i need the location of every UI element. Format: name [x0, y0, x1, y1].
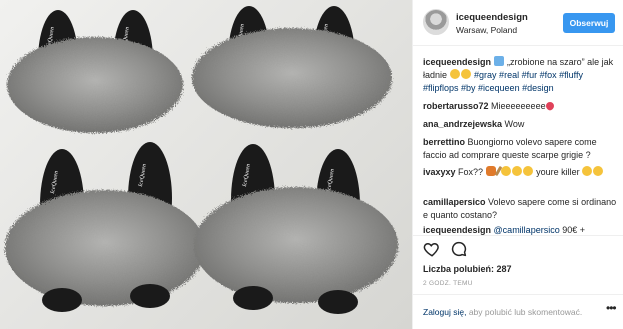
- comments-list: icequeendesign „zrobione na szaro” ale j…: [413, 52, 623, 235]
- scream-emoji-icon: [593, 166, 604, 176]
- list-item: robertarusso72 Mieeeeeeeee: [423, 100, 619, 113]
- comment-author[interactable]: camillapersico: [423, 197, 486, 207]
- follow-button[interactable]: Obserwuj: [563, 13, 615, 33]
- action-bar: [413, 235, 623, 257]
- comment-bubble-icon[interactable]: [450, 240, 468, 258]
- login-prompt: Zaloguj się, aby polubić lub skomentować…: [423, 307, 582, 317]
- fur-strap: [192, 28, 392, 128]
- slide-sole-toe: [318, 290, 358, 314]
- dress-emoji-icon: [493, 56, 504, 66]
- slide-pair-bottom-left: IceQueen IceQueen: [5, 142, 205, 312]
- likes-count[interactable]: Liczba polubień: 287: [423, 264, 512, 274]
- post-photo[interactable]: IceQueen IceQueen IceQueen IceQueen IceQ…: [0, 0, 412, 329]
- slide-pair-bottom-right: IceQueen IceQueen: [194, 144, 398, 314]
- grin-emoji-icon: [460, 69, 471, 79]
- list-item: ivaxyxy Fox?? youre killer: [423, 165, 619, 179]
- comment-text: Fox??: [455, 167, 486, 177]
- likes-number: 287: [496, 264, 512, 274]
- post-timestamp[interactable]: 2 GODZ. TEMU: [423, 280, 473, 287]
- list-item: berrettino Buongiorno volevo sapere come…: [423, 136, 619, 162]
- fur-strap: [194, 187, 398, 303]
- fur-strap: [5, 190, 205, 306]
- instagram-post: IceQueen IceQueen IceQueen IceQueen IceQ…: [0, 0, 623, 329]
- slide-pair-top-left: IceQueen IceQueen: [7, 10, 183, 133]
- caption-author[interactable]: icequeendesign: [423, 57, 491, 67]
- slide-sole-toe: [42, 288, 82, 312]
- comment-text: 90€ +: [559, 225, 585, 235]
- avatar[interactable]: [423, 9, 449, 35]
- comment-mention[interactable]: @camillapersico: [494, 225, 560, 235]
- comment-text: Wow: [502, 119, 525, 129]
- list-item: icequeendesign @camillapersico 90€ +: [423, 224, 619, 235]
- header-username[interactable]: icequeendesign: [456, 12, 528, 23]
- grin-emoji-icon: [522, 166, 533, 176]
- comment-text: Mieeeeeeeee: [488, 101, 546, 111]
- likes-label: Liczba polubień:: [423, 264, 494, 274]
- post-header: icequeendesign Warsaw, Poland Obserwuj: [413, 0, 623, 46]
- smile-emoji-icon: [449, 69, 460, 79]
- list-item: camillapersico Volevo sapere come si ord…: [423, 196, 619, 222]
- comment-author[interactable]: icequeendesign: [423, 225, 491, 235]
- more-options-icon[interactable]: •••: [606, 301, 617, 315]
- comment-text-after: youre killer: [533, 167, 580, 177]
- slide-pair-top-right: IceQueen IceQueen: [192, 6, 392, 128]
- header-location[interactable]: Warsaw, Poland: [456, 25, 517, 35]
- login-bar: Zaloguj się, aby polubić lub skomentować…: [413, 294, 623, 329]
- comment-author[interactable]: ivaxyxy: [423, 167, 456, 177]
- login-text: aby polubić lub skomentować.: [466, 307, 583, 317]
- heart-icon[interactable]: [423, 240, 441, 258]
- slide-sole-toe: [233, 286, 273, 310]
- caption: icequeendesign „zrobione na szaro” ale j…: [423, 56, 619, 95]
- grin-emoji-icon: [511, 166, 522, 176]
- list-item: ana_andrzejewska Wow: [423, 118, 619, 131]
- fur-strap: [7, 37, 183, 133]
- scream-emoji-icon: [582, 166, 593, 176]
- comment-author[interactable]: berrettino: [423, 137, 465, 147]
- comment-author[interactable]: ana_andrzejewska: [423, 119, 502, 129]
- login-link[interactable]: Zaloguj się,: [423, 307, 466, 317]
- slide-sole-toe: [130, 284, 170, 308]
- fur-slides-photo: IceQueen IceQueen IceQueen IceQueen IceQ…: [5, 6, 398, 314]
- post-side-panel: icequeendesign Warsaw, Poland Obserwuj i…: [412, 0, 623, 329]
- comment-author[interactable]: robertarusso72: [423, 101, 489, 111]
